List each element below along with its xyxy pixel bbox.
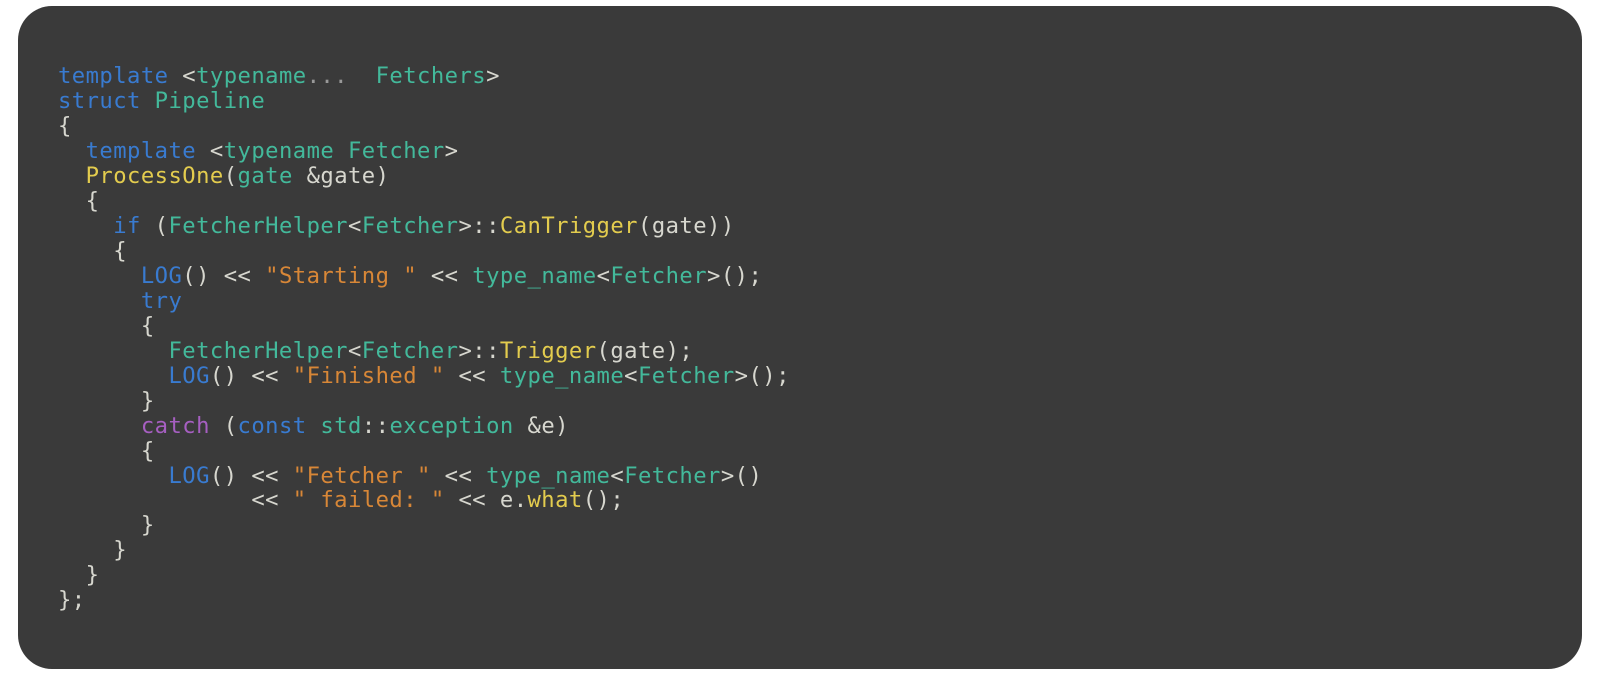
code-block: template <typename... Fetchers> struct P…: [18, 6, 1582, 669]
code-content: template <typename... Fetchers> struct P…: [58, 64, 1542, 613]
